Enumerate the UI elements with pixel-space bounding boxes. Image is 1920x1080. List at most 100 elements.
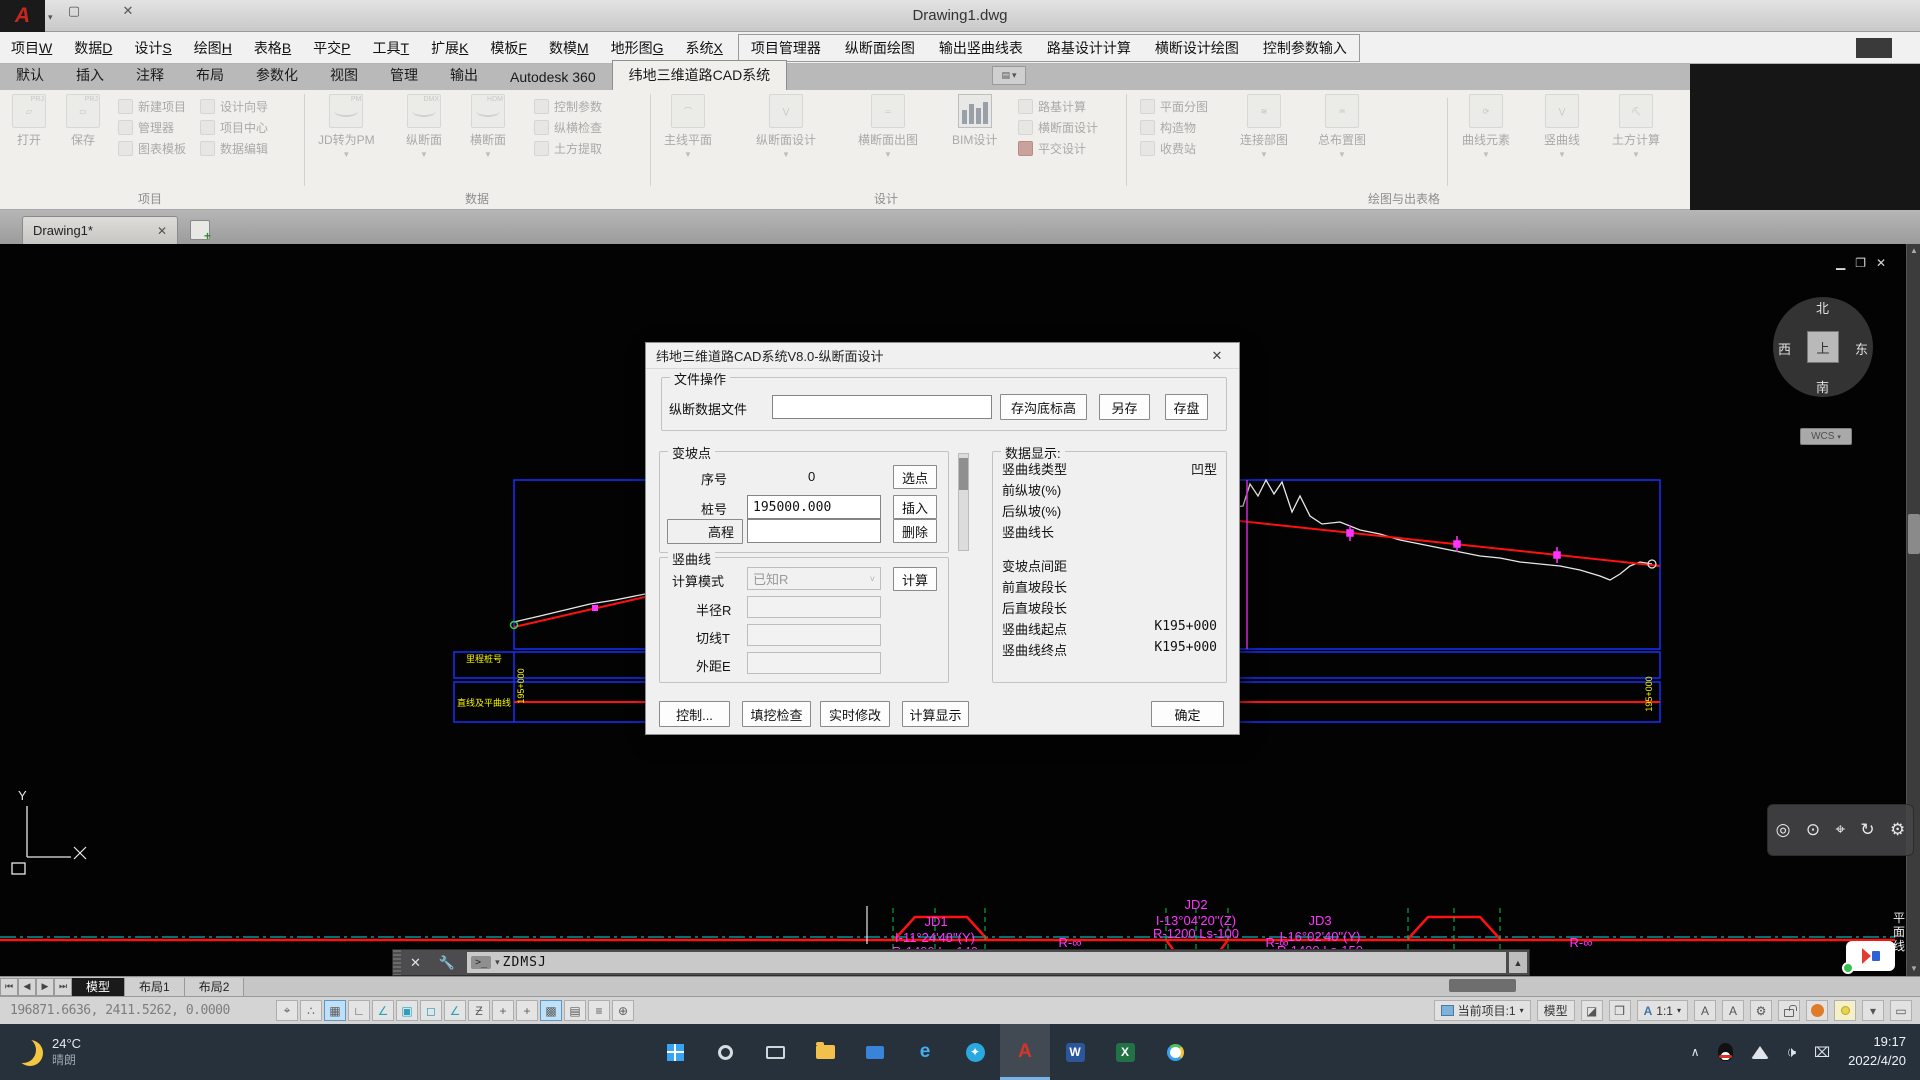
save-button[interactable]: PRJ▭ 保存 [66,94,100,148]
calculate-button[interactable]: 计算 [893,567,937,591]
bim-design-button[interactable]: BIM设计 [952,94,997,148]
ribbon-state-button[interactable]: ▤▾ [986,66,1026,87]
mainline-plan-button[interactable]: ⌒ 主线平面▼ [664,94,712,159]
weather-widget[interactable]: 24°C 晴朗 [0,1036,210,1068]
earthwork-calc-button[interactable]: ⛏ 土方计算▼ [1612,94,1660,159]
earthwork-extract-button[interactable]: 土方提取 [534,140,602,157]
draw-panel-label[interactable]: 绘图与出表格 [1368,190,1440,207]
scrollbar-thumb[interactable] [1908,514,1920,554]
jd-to-pm-button[interactable]: PM JD转为PM▼ [318,94,375,159]
profile-design-button[interactable]: ⋁ 纵断面设计▼ [756,94,816,159]
calc-display-button[interactable]: 计算显示 [902,701,969,727]
snap-toggle-button[interactable]: ∠ [372,1000,394,1021]
tangent-input[interactable] [747,624,881,646]
menu-item[interactable]: 绘图H [183,35,243,61]
wcs-button[interactable]: WCS▾ [1800,428,1852,445]
manager-button[interactable]: 管理器 [118,119,186,136]
vpi-slider[interactable] [958,453,969,551]
command-expand-icon[interactable]: ▲ [1509,952,1527,973]
layout-tab[interactable]: 布局1 [125,978,185,996]
structures-button[interactable]: 构造物 [1140,119,1208,136]
compass-top-face[interactable]: 上 [1807,331,1839,363]
autoscale-icon[interactable]: A [1722,1000,1744,1021]
curve-elements-button[interactable]: ⟳ 曲线元素▼ [1462,94,1510,159]
nav-wheel-icon[interactable]: ◎ [1776,820,1791,840]
station-input[interactable]: 195000.000 [747,495,881,519]
plugin-menu-item[interactable]: 控制参数输入 [1251,35,1359,61]
snap-toggle-button[interactable]: ∴ [300,1000,322,1021]
snap-toggle-button[interactable]: ⌖ [276,1000,298,1021]
ok-button[interactable]: 确定 [1151,701,1224,727]
next-tab-icon[interactable]: ▶ [36,978,54,996]
drawing-tab-close-icon[interactable]: ✕ [157,224,167,238]
tray-expand-icon[interactable]: ∧ [1691,1045,1700,1059]
profile-data-file-input[interactable] [772,395,992,419]
pc-manager-button[interactable] [850,1024,900,1080]
ribbon-tab[interactable]: 管理 [374,61,434,90]
menu-item[interactable]: 平交P [302,35,361,61]
battery-icon[interactable]: ⌧ [1814,1044,1830,1061]
new-drawing-button[interactable] [190,220,210,240]
menu-item[interactable]: 数模M [538,35,600,61]
compass-north[interactable]: 北 [1816,298,1829,317]
design-panel-label[interactable]: 设计 [874,190,898,207]
task-view-button[interactable] [750,1024,800,1080]
dock-customize-icon[interactable]: 🔧 [430,955,464,971]
ribbon-tab[interactable]: 布局 [180,61,240,90]
ribbon-tab[interactable]: 纬地三维道路CAD系统 [612,60,788,90]
save-button-dialog[interactable]: 存盘 [1165,394,1208,420]
snap-toggle-button[interactable]: ▣ [396,1000,418,1021]
drawing-tab[interactable]: Drawing1* ✕ [22,216,178,244]
viewports-icon[interactable]: ❒ [1609,1000,1631,1021]
excel-button[interactable]: X [1100,1024,1150,1080]
snap-toggle-button[interactable]: ∟ [348,1000,370,1021]
dock-close-icon[interactable]: ✕ [401,955,430,971]
menu-item[interactable]: 表格B [243,35,302,61]
vertical-curve-button[interactable]: ⋁ 竖曲线▼ [1544,94,1580,159]
ui-lock-icon[interactable] [1778,1000,1800,1021]
data-panel-label[interactable]: 数据 [465,190,489,207]
elevation-label-box[interactable]: 高程 [667,519,743,544]
menu-item[interactable]: 设计S [123,35,182,61]
chart-template-button[interactable]: 图表模板 [118,140,186,157]
ribbon-tab[interactable]: Autodesk 360 [494,65,612,90]
compass-south[interactable]: 南 [1816,377,1829,396]
browser-button[interactable] [1150,1024,1200,1080]
elevation-input[interactable] [747,519,881,543]
snap-toggle-button[interactable]: ▤ [564,1000,586,1021]
design-wizard-button[interactable]: 设计向导 [200,98,268,115]
menu-item[interactable]: 扩展K [420,35,479,61]
model-space-button[interactable]: 模型 [1537,1000,1575,1021]
layout-tab[interactable]: 布局2 [185,978,245,996]
prev-tab-icon[interactable]: ◀ [18,978,36,996]
vpi-slider-thumb[interactable] [959,458,968,490]
snap-toggle-button[interactable]: ▦ [324,1000,346,1021]
ribbon-tab[interactable]: 注释 [120,61,180,90]
ribbon-tab[interactable]: 默认 [0,61,60,90]
ribbon-tab[interactable]: 插入 [60,61,120,90]
dialog-title[interactable]: 纬地三维道路CAD系统V8.0-纵断面设计 [646,343,1239,369]
cross-section-plot-button[interactable]: ⌓ 横断面出图▼ [858,94,918,159]
status-overflow-icon[interactable]: ▾ [1862,1000,1884,1021]
search-button[interactable] [700,1024,750,1080]
plugin-menu-item[interactable]: 项目管理器 [739,35,833,61]
open-button[interactable]: PRJ▱ 打开 [12,94,46,148]
horizontal-scrollbar-thumb[interactable] [1449,979,1516,992]
compass-east[interactable]: 东 [1855,339,1868,358]
radius-input[interactable] [747,596,881,618]
external-input[interactable] [747,652,881,674]
volume-icon[interactable]: 🕩 [1787,1044,1796,1061]
pan-icon[interactable]: ⊙ [1806,820,1820,840]
pick-point-button[interactable]: 选点 [893,465,937,489]
snap-toggle-button[interactable]: + [516,1000,538,1021]
delete-button[interactable]: 删除 [893,519,937,543]
zoom-icon[interactable]: ⌖ [1835,820,1845,840]
viewport-close-icon[interactable]: ✕ [1876,256,1886,270]
insert-button[interactable]: 插入 [893,495,937,519]
annotation-scale-button[interactable]: A 1:1▾ [1637,1000,1688,1021]
fill-check-button[interactable]: 填挖检查 [742,701,811,727]
current-project-chip[interactable]: 当前项目:1▾ [1434,1000,1531,1021]
workspace-gear-icon[interactable]: ⚙ [1750,1000,1772,1021]
menu-item[interactable]: 模板F [479,35,538,61]
viewport-restore-icon[interactable]: ❐ [1855,256,1866,270]
